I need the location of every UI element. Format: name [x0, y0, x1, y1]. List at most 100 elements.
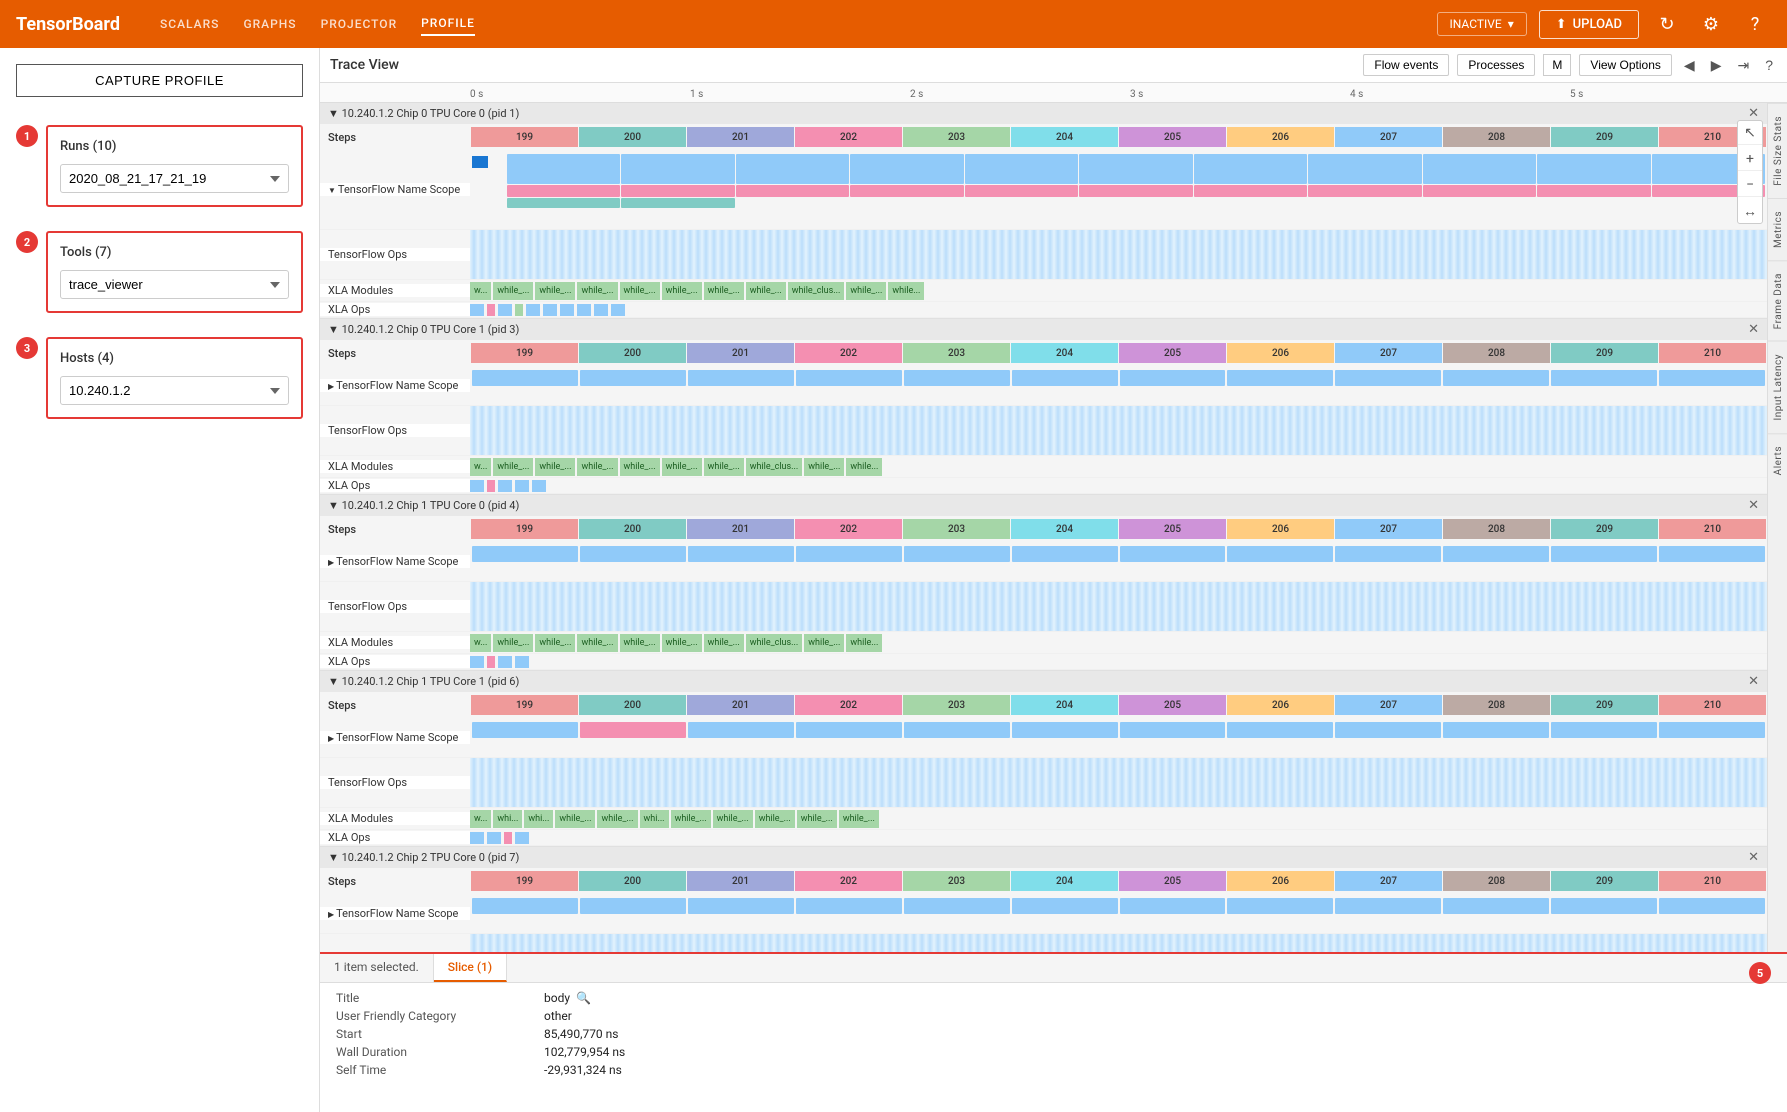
xla-module-block[interactable]: while_...	[846, 282, 886, 300]
xla-ops-row-2: XLA Ops	[320, 478, 1767, 494]
xla-module-block[interactable]: while_...	[577, 282, 617, 300]
view-options-button[interactable]: View Options	[1579, 54, 1671, 76]
nav-right-button[interactable]: ▶	[1707, 55, 1726, 76]
xla-module-block[interactable]: w...	[470, 458, 491, 476]
xla-module-block[interactable]: while...	[846, 634, 882, 652]
xla-module-block[interactable]: while_clus...	[746, 634, 803, 652]
xla-module-block[interactable]: while_...	[662, 634, 702, 652]
nav-graphs[interactable]: GRAPHS	[243, 13, 296, 35]
chip-header-2[interactable]: ▼ 10.240.1.2 Chip 0 TPU Core 1 (pid 3) ✕	[320, 319, 1767, 340]
xla-module-block[interactable]: w...	[470, 634, 491, 652]
zoom-out-button[interactable]: −	[1738, 173, 1762, 197]
settings-button[interactable]: ⚙	[1695, 8, 1727, 40]
xla-module-block[interactable]: while_...	[535, 458, 575, 476]
xla-module-block[interactable]: while_...	[597, 810, 637, 828]
chip-header-1[interactable]: ▼ 10.240.1.2 Chip 0 TPU Core 0 (pid 1) ✕	[320, 103, 1767, 124]
nav-help-button[interactable]: ?	[1761, 55, 1777, 75]
xla-module-block[interactable]: while_...	[620, 282, 660, 300]
chip-header-4[interactable]: ▼ 10.240.1.2 Chip 1 TPU Core 1 (pid 6) ✕	[320, 671, 1767, 692]
xla-module-block[interactable]: while_...	[620, 458, 660, 476]
xla-module-block[interactable]: while_...	[535, 282, 575, 300]
xla-op	[577, 304, 591, 316]
tf-ops-row-2: TensorFlow Ops	[320, 406, 1767, 456]
flow-events-button[interactable]: Flow events	[1363, 54, 1449, 76]
chip-header-3[interactable]: ▼ 10.240.1.2 Chip 1 TPU Core 0 (pid 4) ✕	[320, 495, 1767, 516]
hosts-dropdown[interactable]: 10.240.1.2	[60, 376, 289, 405]
tf-name-scope-label-4[interactable]: TensorFlow Name Scope	[320, 731, 470, 744]
xla-module-block[interactable]: while_...	[577, 634, 617, 652]
xla-module-block[interactable]: while_...	[535, 634, 575, 652]
zoom-fit-button[interactable]: ↔	[1738, 199, 1762, 223]
nav-expand-button[interactable]: ⇥	[1733, 55, 1753, 76]
step-5-208: 208	[1443, 871, 1550, 891]
xla-module-block[interactable]: while...	[846, 458, 882, 476]
xla-module-block[interactable]: while_...	[797, 810, 837, 828]
xla-module-block[interactable]: while_...	[577, 458, 617, 476]
m-button[interactable]: M	[1543, 54, 1571, 76]
xla-module-block[interactable]: while_clus...	[788, 282, 845, 300]
chip-header-5[interactable]: ▼ 10.240.1.2 Chip 2 TPU Core 0 (pid 7) ✕	[320, 847, 1767, 868]
xla-module-block[interactable]: while_...	[755, 810, 795, 828]
xla-module-block[interactable]: while_...	[493, 634, 533, 652]
xla-module-block[interactable]: while...	[888, 282, 924, 300]
step-5-204: 204	[1011, 871, 1118, 891]
chip-header-5-label: ▼ 10.240.1.2 Chip 2 TPU Core 0 (pid 7)	[328, 851, 519, 864]
xla-module-block[interactable]: while_...	[713, 810, 753, 828]
xla-module-block[interactable]: while_...	[662, 458, 702, 476]
hosts-section: Hosts (4) 10.240.1.2	[46, 337, 303, 419]
file-size-stats-tab[interactable]: File Size Stats	[1768, 103, 1787, 198]
tools-dropdown[interactable]: trace_viewer	[60, 270, 289, 299]
chip-5-close[interactable]: ✕	[1748, 850, 1759, 865]
xla-module-block[interactable]: while_...	[704, 634, 744, 652]
title-search-icon[interactable]: 🔍	[576, 991, 591, 1005]
xla-module-block[interactable]: whi...	[640, 810, 669, 828]
slice-tab[interactable]: Slice (1)	[434, 954, 507, 982]
tf-name-scope-row-4: TensorFlow Name Scope	[320, 718, 1767, 758]
tf-name-scope-label-3[interactable]: TensorFlow Name Scope	[320, 555, 470, 568]
select-mode-button[interactable]: ↖	[1738, 121, 1762, 145]
xla-module-block[interactable]: while_...	[704, 458, 744, 476]
xla-module-block[interactable]: while_...	[493, 282, 533, 300]
nav-right: INACTIVE ▾ ⬆ UPLOAD ↻ ⚙ ?	[1437, 8, 1772, 40]
capture-profile-button[interactable]: CAPTURE PROFILE	[16, 64, 303, 97]
xla-module-block[interactable]: while_...	[704, 282, 744, 300]
xla-module-block[interactable]: while_...	[662, 282, 702, 300]
processes-button[interactable]: Processes	[1457, 54, 1535, 76]
runs-dropdown[interactable]: 2020_08_21_17_21_19	[60, 164, 289, 193]
metrics-tab[interactable]: Metrics	[1768, 198, 1787, 260]
xla-module-block[interactable]: w...	[470, 282, 491, 300]
frame-data-tab[interactable]: Frame Data	[1768, 260, 1787, 341]
xla-module-block[interactable]: w...	[470, 810, 491, 828]
nav-profile[interactable]: PROFILE	[421, 12, 475, 36]
help-button[interactable]: ?	[1739, 8, 1771, 40]
upload-button[interactable]: ⬆ UPLOAD	[1539, 10, 1639, 39]
xla-module-block[interactable]: while_...	[804, 458, 844, 476]
xla-module-block[interactable]: while_...	[839, 810, 879, 828]
nav-scalars[interactable]: SCALARS	[160, 13, 219, 35]
xla-module-block[interactable]: while_...	[493, 458, 533, 476]
xla-module-block[interactable]: while_clus...	[746, 458, 803, 476]
xla-module-block[interactable]: while_...	[555, 810, 595, 828]
input-latency-tab[interactable]: Input Latency	[1768, 341, 1787, 433]
trace-scroll-area[interactable]: ▼ 10.240.1.2 Chip 0 TPU Core 0 (pid 1) ✕…	[320, 103, 1767, 952]
chip-3-close[interactable]: ✕	[1748, 498, 1759, 513]
chip-2-close[interactable]: ✕	[1748, 322, 1759, 337]
xla-module-block[interactable]: whi...	[524, 810, 553, 828]
tf-name-scope-label-5[interactable]: TensorFlow Name Scope	[320, 907, 470, 920]
xla-op	[498, 480, 512, 492]
alerts-tab[interactable]: Alerts	[1768, 433, 1787, 487]
status-dropdown[interactable]: INACTIVE ▾	[1437, 12, 1527, 36]
xla-module-block[interactable]: while_...	[804, 634, 844, 652]
nav-left-button[interactable]: ◀	[1680, 55, 1699, 76]
tf-name-scope-label-2[interactable]: TensorFlow Name Scope	[320, 379, 470, 392]
xla-module-block[interactable]: while_...	[671, 810, 711, 828]
xla-module-block[interactable]: whi...	[493, 810, 522, 828]
zoom-in-button[interactable]: +	[1738, 147, 1762, 171]
nav-projector[interactable]: PROJECTOR	[321, 13, 398, 35]
chip-4-close[interactable]: ✕	[1748, 674, 1759, 689]
xla-module-block[interactable]: while_...	[620, 634, 660, 652]
refresh-button[interactable]: ↻	[1651, 8, 1683, 40]
chip-1-close[interactable]: ✕	[1748, 106, 1759, 121]
xla-module-block[interactable]: while_...	[746, 282, 786, 300]
tf-name-scope-label-1[interactable]: TensorFlow Name Scope	[320, 183, 470, 196]
